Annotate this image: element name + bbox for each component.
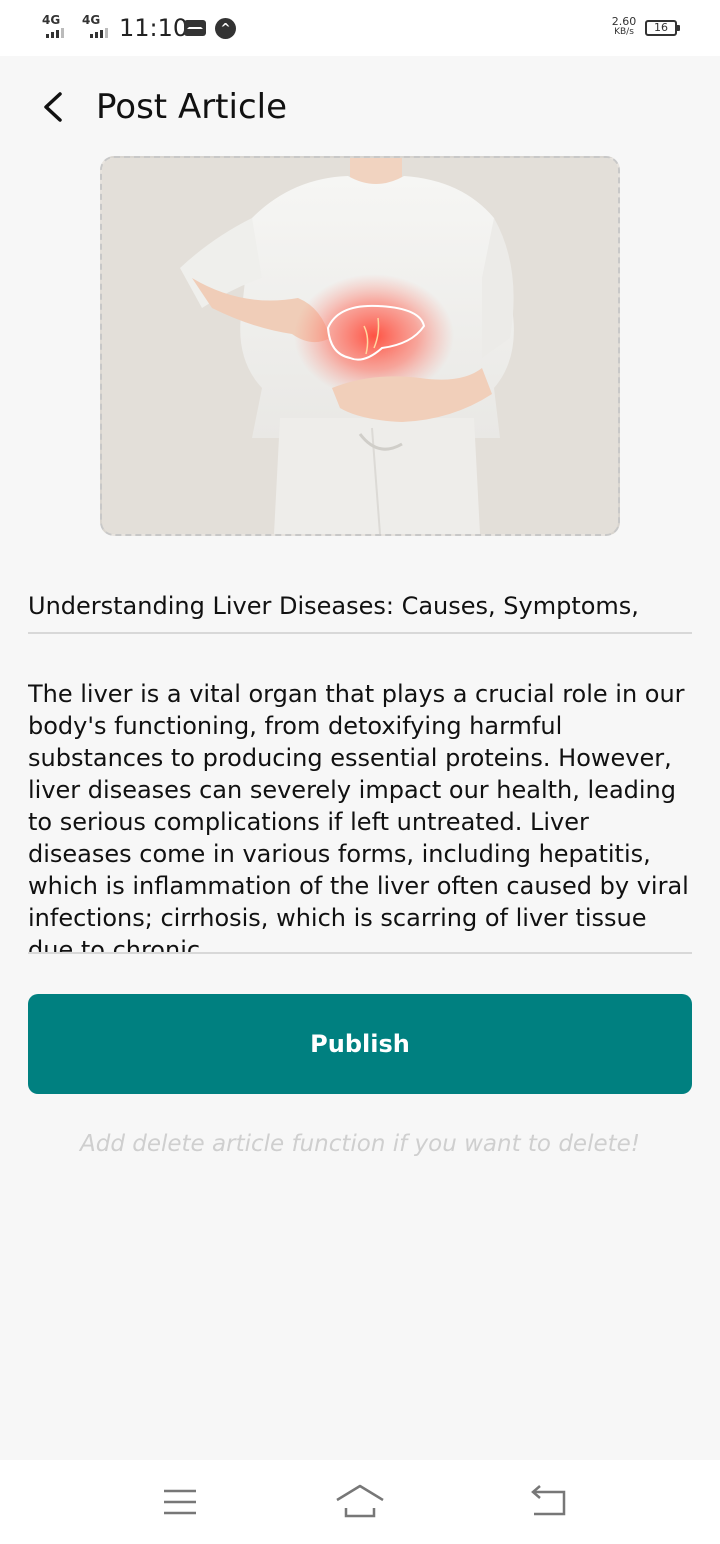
network-speed-unit: KB/s bbox=[614, 27, 634, 37]
menu-icon bbox=[164, 1489, 196, 1515]
return-button[interactable] bbox=[520, 1478, 580, 1528]
system-nav-bar bbox=[0, 1460, 720, 1544]
network-speed-value: 2.60 bbox=[611, 15, 637, 28]
article-body-text: The liver is a vital organ that plays a … bbox=[28, 680, 689, 954]
battery-icon: 16 bbox=[645, 20, 680, 36]
network-type-2: 4G bbox=[82, 13, 101, 27]
home-button[interactable] bbox=[330, 1478, 390, 1528]
publish-button[interactable]: Publish bbox=[28, 994, 692, 1094]
article-cover-image[interactable] bbox=[100, 156, 620, 536]
status-bar: 4G 4G 11:10 ^ 2.60 KB/s 16 bbox=[0, 0, 720, 56]
mail-icon bbox=[184, 20, 206, 36]
signal-icon-2 bbox=[90, 28, 108, 38]
delete-hint-text: Add delete article function if you want … bbox=[80, 1131, 640, 1157]
page-title: Post Article bbox=[96, 87, 288, 127]
liver-illustration bbox=[102, 158, 618, 534]
return-icon bbox=[531, 1485, 566, 1516]
menu-button[interactable] bbox=[150, 1478, 210, 1528]
app-notification-icon: ^ bbox=[215, 18, 236, 39]
article-title-input[interactable]: Understanding Liver Diseases: Causes, Sy… bbox=[28, 584, 692, 634]
back-button[interactable] bbox=[30, 80, 78, 132]
network-type-1: 4G bbox=[42, 13, 61, 27]
signal-icon-1 bbox=[46, 28, 64, 38]
network-speed: 2.60 KB/s bbox=[606, 15, 642, 37]
article-body-input[interactable]: The liver is a vital organ that plays a … bbox=[28, 676, 692, 954]
chevron-left-icon bbox=[44, 92, 62, 122]
clock: 11:10 bbox=[119, 14, 189, 42]
home-icon bbox=[336, 1484, 384, 1518]
